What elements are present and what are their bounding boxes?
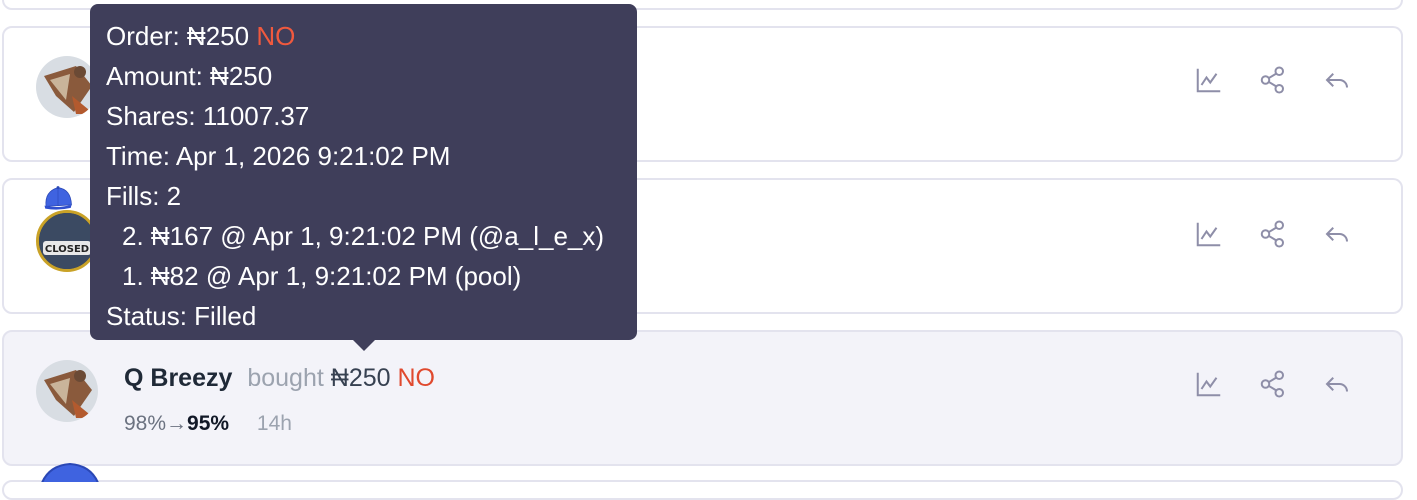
- avatar-hawk[interactable]: [36, 360, 98, 422]
- tooltip-time: Time: Apr 1, 2026 9:21:02 PM: [106, 141, 451, 171]
- user-name-link[interactable]: Q Breezy: [124, 364, 232, 392]
- order-amount: ₦250: [186, 21, 250, 51]
- bet-summary: Q Breezy bought ₦250 NO: [124, 364, 435, 393]
- bet-outcome: NO: [397, 364, 435, 392]
- chart-icon[interactable]: [1191, 366, 1227, 402]
- tooltip-arrow: [352, 339, 376, 351]
- tooltip-fills: Fills: 2: [106, 181, 182, 211]
- feed-card-bottom-partial: [2, 480, 1403, 500]
- cap-icon: [18, 162, 98, 232]
- time-ago: 14h: [256, 412, 292, 435]
- cap-icon: [30, 462, 110, 482]
- reply-icon[interactable]: [1319, 62, 1355, 98]
- avatar-hawk[interactable]: [36, 56, 98, 118]
- chart-icon[interactable]: [1191, 62, 1227, 98]
- prob-change: 98%→95% 14h: [124, 412, 292, 436]
- tooltip-shares: Shares: 11007.37: [106, 101, 310, 131]
- tooltip-amount: Amount: ₦250: [106, 61, 273, 91]
- card-actions: [1191, 366, 1355, 402]
- reply-icon[interactable]: [1319, 216, 1355, 252]
- card-actions: [1191, 216, 1355, 252]
- share-icon[interactable]: [1255, 366, 1291, 402]
- share-icon[interactable]: [1255, 62, 1291, 98]
- tooltip-status: Status: Filled: [106, 301, 257, 331]
- bet-verb: bought: [247, 364, 324, 392]
- order-label: Order:: [106, 21, 187, 51]
- hawk-avatar-image: [36, 56, 98, 118]
- hawk-avatar-image: [36, 360, 98, 422]
- tooltip-fill-line: 2. ₦167 @ Apr 1, 9:21:02 PM (@a_l_e_x): [122, 221, 605, 251]
- order-tooltip: Order: ₦250 NO Amount: ₦250 Shares: 1100…: [90, 4, 637, 351]
- reply-icon[interactable]: [1319, 366, 1355, 402]
- closed-badge-text: CLOSED: [45, 244, 89, 255]
- share-icon[interactable]: [1255, 216, 1291, 252]
- order-outcome: NO: [256, 21, 296, 51]
- tooltip-fill-line: 1. ₦82 @ Apr 1, 9:21:02 PM (pool): [122, 261, 522, 291]
- chart-icon[interactable]: [1191, 216, 1227, 252]
- tooltip-order: Order: ₦250 NO: [106, 16, 621, 56]
- prob-from: 98%: [124, 412, 167, 435]
- prob-to: 95%: [187, 412, 230, 435]
- arrow-right-icon: →: [166, 412, 188, 435]
- card-actions: [1191, 62, 1355, 98]
- bet-amount: ₦250: [330, 364, 391, 392]
- feed-card-highlighted[interactable]: Q Breezy bought ₦250 NO 98%→95% 14h: [2, 330, 1403, 466]
